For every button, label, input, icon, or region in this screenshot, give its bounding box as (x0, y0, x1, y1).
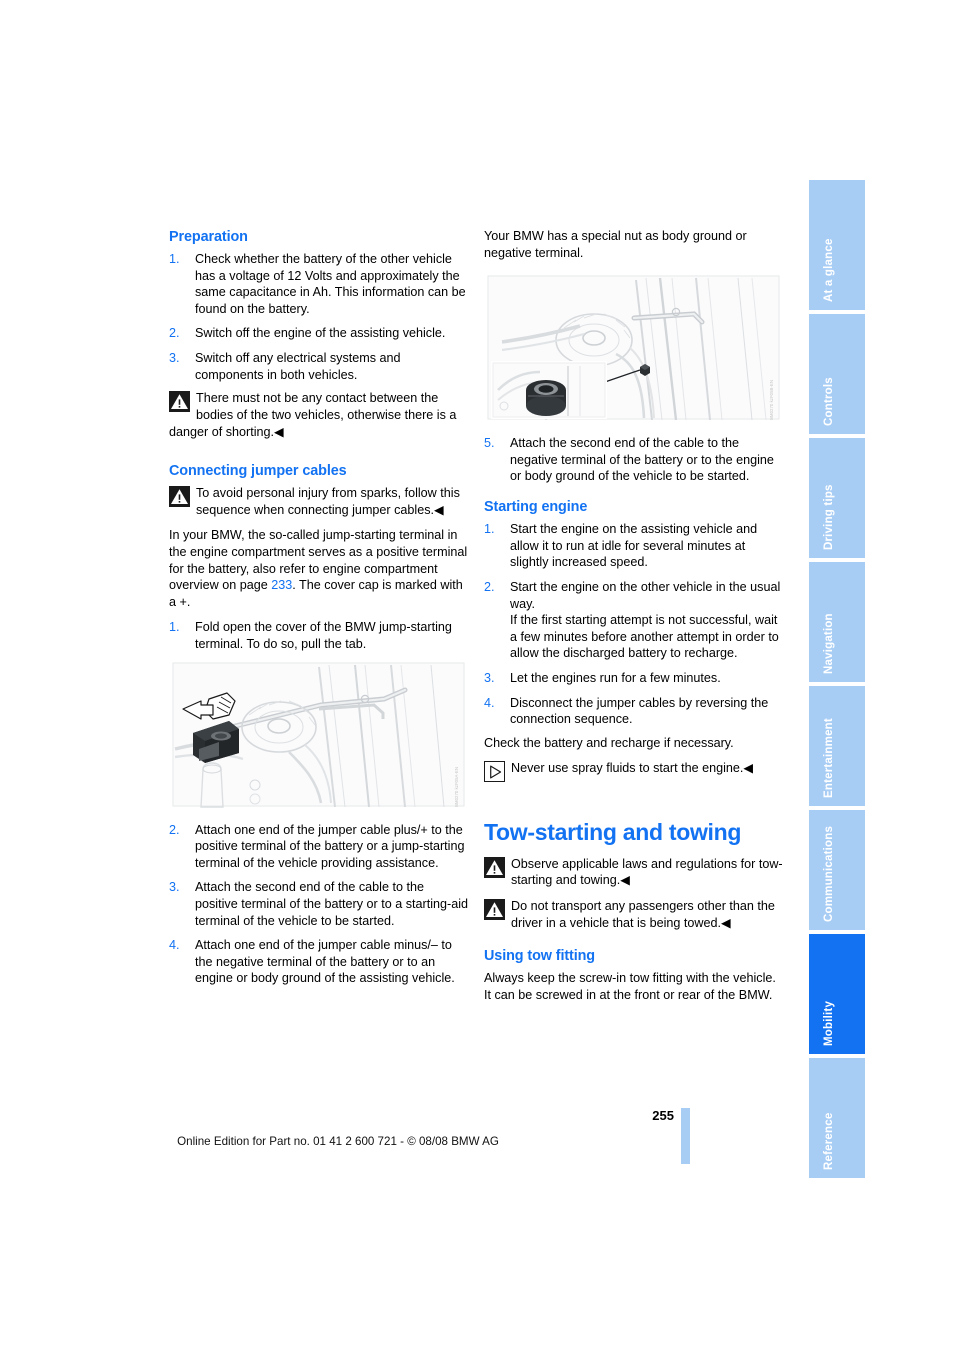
figure-code: BM0270 kzF05B-EN (769, 380, 774, 420)
step-text: Start the engine on the other vehicle in… (510, 579, 781, 611)
list-item: 4. Attach one end of the jumper cable mi… (169, 937, 468, 987)
step-text: Attach the second end of the cable to th… (195, 880, 468, 928)
step-number: 3. (169, 351, 180, 366)
sidebar-item-label: Entertainment (823, 718, 835, 798)
page-reference-link[interactable]: 233 (271, 578, 292, 592)
info-note-spray-fluids: Never use spray fluids to start the engi… (484, 760, 783, 783)
step-number: 2. (169, 822, 180, 837)
warning-triangle-icon (169, 486, 190, 508)
list-item: 3. Switch off any electrical systems and… (169, 350, 468, 383)
sidebar-item-driving-tips[interactable]: Driving tips (809, 438, 865, 558)
section-heading-using-tow-fitting: Using tow fitting (484, 948, 596, 965)
sidebar-item-controls[interactable]: Controls (809, 314, 865, 434)
list-item: 2. Attach one end of the jumper cable pl… (169, 822, 468, 872)
step-text: Switch off any electrical systems and co… (195, 351, 401, 382)
step-number: 3. (169, 880, 180, 895)
step-text: Attach one end of the jumper cable plus/… (195, 822, 465, 870)
step-text: Start the engine on the assisting vehicl… (510, 522, 758, 570)
preparation-step-list: 1. Check whether the battery of the othe… (169, 251, 468, 383)
jumper-cable-step-list-second: 2. Attach one end of the jumper cable pl… (169, 822, 468, 987)
section-heading-connecting-jumper-cables: Connecting jumper cables (169, 463, 347, 480)
sidebar-item-label: Navigation (823, 613, 835, 674)
tow-fitting-paragraph: Always keep the screw-in tow fitting wit… (484, 971, 776, 1002)
section-heading-starting-engine: Starting engine (484, 499, 588, 516)
step-number: 3. (484, 670, 495, 685)
sidebar-item-label: At a glance (823, 238, 835, 302)
list-item: 1. Check whether the battery of the othe… (169, 251, 468, 317)
list-item: 2. Start the engine on the other vehicle… (484, 579, 783, 662)
end-mark: ◀ (620, 873, 630, 888)
sidebar-item-reference[interactable]: Reference (809, 1058, 865, 1178)
sidebar-item-navigation[interactable]: Navigation (809, 562, 865, 682)
list-item: 3. Attach the second end of the cable to… (169, 879, 468, 929)
starting-engine-step-list: 1. Start the engine on the assisting veh… (484, 521, 783, 728)
warning-triangle-icon (169, 391, 190, 413)
sidebar-item-mobility[interactable]: Mobility (809, 934, 865, 1054)
warning-text: There must not be any contact between th… (169, 391, 457, 439)
warning-note-passengers: Do not transport any passengers other th… (484, 898, 783, 931)
sidebar-item-at-a-glance[interactable]: At a glance (809, 180, 865, 310)
left-text-column: Preparation 1. Check whether the battery… (169, 228, 468, 987)
step-text: Check whether the battery of the other v… (195, 252, 466, 316)
step-text: Attach the second end of the cable to th… (510, 436, 774, 484)
sidebar-item-label: Reference (823, 1112, 835, 1170)
list-item: 1. Start the engine on the assisting veh… (484, 521, 783, 571)
end-mark: ◀ (274, 424, 284, 439)
body-ground-paragraph: Your BMW has a special nut as body groun… (484, 229, 747, 260)
footer-edition-text: Online Edition for Part no. 01 41 2 600 … (177, 1135, 499, 1148)
engine-compartment-jump-terminal-illustration: BM0270 kzF05A-EN (169, 656, 468, 812)
step-number: 2. (484, 579, 495, 594)
jumper-cable-step-list-first: 1. Fold open the cover of the BMW jump-s… (169, 619, 468, 652)
sidebar-item-communications[interactable]: Communications (809, 810, 865, 930)
warning-text: Do not transport any passengers other th… (511, 898, 775, 930)
chapter-heading-tow-starting-and-towing: Tow-starting and towing (484, 819, 742, 846)
step-text: Switch off the engine of the assisting v… (195, 326, 446, 341)
step-number: 4. (169, 938, 180, 953)
step-number: 5. (484, 436, 495, 451)
page-number: 255 (652, 1108, 674, 1123)
footer-accent-bar (681, 1108, 690, 1164)
end-mark: ◀ (434, 502, 444, 517)
body-ground-nut-illustration: BM0270 kzF05B-EN (484, 270, 783, 426)
note-text: Never use spray fluids to start the engi… (511, 761, 744, 776)
warning-note-contact: There must not be any contact between th… (169, 390, 468, 440)
sidebar-item-label: Communications (823, 825, 835, 922)
warning-triangle-icon (484, 856, 505, 878)
sidebar-item-label: Driving tips (823, 484, 835, 550)
step-text: Fold open the cover of the BMW jump-star… (195, 620, 452, 651)
manual-page: At a glance Controls Driving tips Naviga… (0, 0, 954, 1350)
sidebar-item-label: Controls (823, 377, 835, 426)
end-mark: ◀ (721, 915, 731, 930)
warning-note-sparks: To avoid personal injury from sparks, fo… (169, 485, 468, 518)
warning-text: Observe applicable laws and regulations … (511, 856, 783, 888)
list-item: 3. Let the engines run for a few minutes… (484, 670, 783, 687)
warning-note-laws: Observe applicable laws and regulations … (484, 856, 783, 889)
recharge-paragraph: Check the battery and recharge if necess… (484, 735, 734, 750)
step-subtext: If the first starting attempt is not suc… (510, 613, 779, 661)
sidebar-item-label: Mobility (823, 1000, 835, 1046)
list-item: 1. Fold open the cover of the BMW jump-s… (169, 619, 468, 652)
list-item: 4. Disconnect the jumper cables by rever… (484, 695, 783, 728)
warning-triangle-icon (484, 898, 505, 920)
step-number: 2. (169, 326, 180, 341)
step-number: 1. (484, 522, 495, 537)
right-text-column: Your BMW has a special nut as body groun… (484, 228, 783, 1003)
warning-text: To avoid personal injury from sparks, fo… (196, 486, 460, 517)
step-text: Attach one end of the jumper cable minus… (195, 938, 455, 986)
list-item: 2. Switch off the engine of the assistin… (169, 325, 468, 342)
section-heading-preparation: Preparation (169, 229, 248, 245)
step-text: Disconnect the jumper cables by reversin… (510, 695, 769, 727)
jumper-cable-step-list-third: 5. Attach the second end of the cable to… (484, 435, 783, 485)
chapter-tab-strip: At a glance Controls Driving tips Naviga… (809, 180, 865, 1178)
end-mark: ◀ (743, 761, 754, 776)
note-triangle-icon (484, 761, 505, 783)
list-item: 5. Attach the second end of the cable to… (484, 435, 783, 485)
step-text: Let the engines run for a few minutes. (510, 670, 721, 685)
figure-code: BM0270 kzF05A-EN (454, 767, 459, 807)
sidebar-item-entertainment[interactable]: Entertainment (809, 686, 865, 806)
jump-terminal-paragraph: In your BMW, the so-called jump-starting… (169, 527, 468, 610)
step-number: 4. (484, 695, 495, 710)
step-number: 1. (169, 252, 180, 267)
step-number: 1. (169, 620, 180, 635)
